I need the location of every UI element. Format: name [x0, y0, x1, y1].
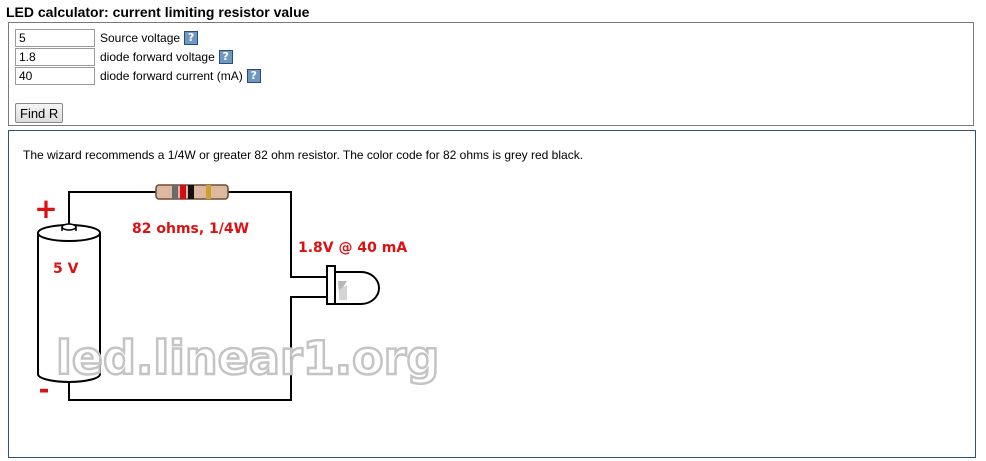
circuit-diagram: led.linear1.org + - 5 V 82 ohms, 1/4W 1.… [34, 184, 441, 405]
battery-voltage-label: 5 V [53, 261, 79, 277]
watermark-text: led.linear1.org [56, 331, 439, 385]
resistor-band-4 [206, 185, 211, 199]
resistor-label: 82 ohms, 1/4W [132, 221, 249, 237]
resistor-band-2 [180, 185, 186, 199]
resistor-icon [155, 184, 229, 200]
minus-sign: - [39, 375, 50, 405]
plus-sign: + [34, 192, 57, 225]
resistor-band-1 [172, 185, 178, 199]
led-icon [326, 265, 380, 305]
resistor-band-3 [188, 185, 194, 199]
led-label: 1.8V @ 40 mA [298, 240, 407, 256]
